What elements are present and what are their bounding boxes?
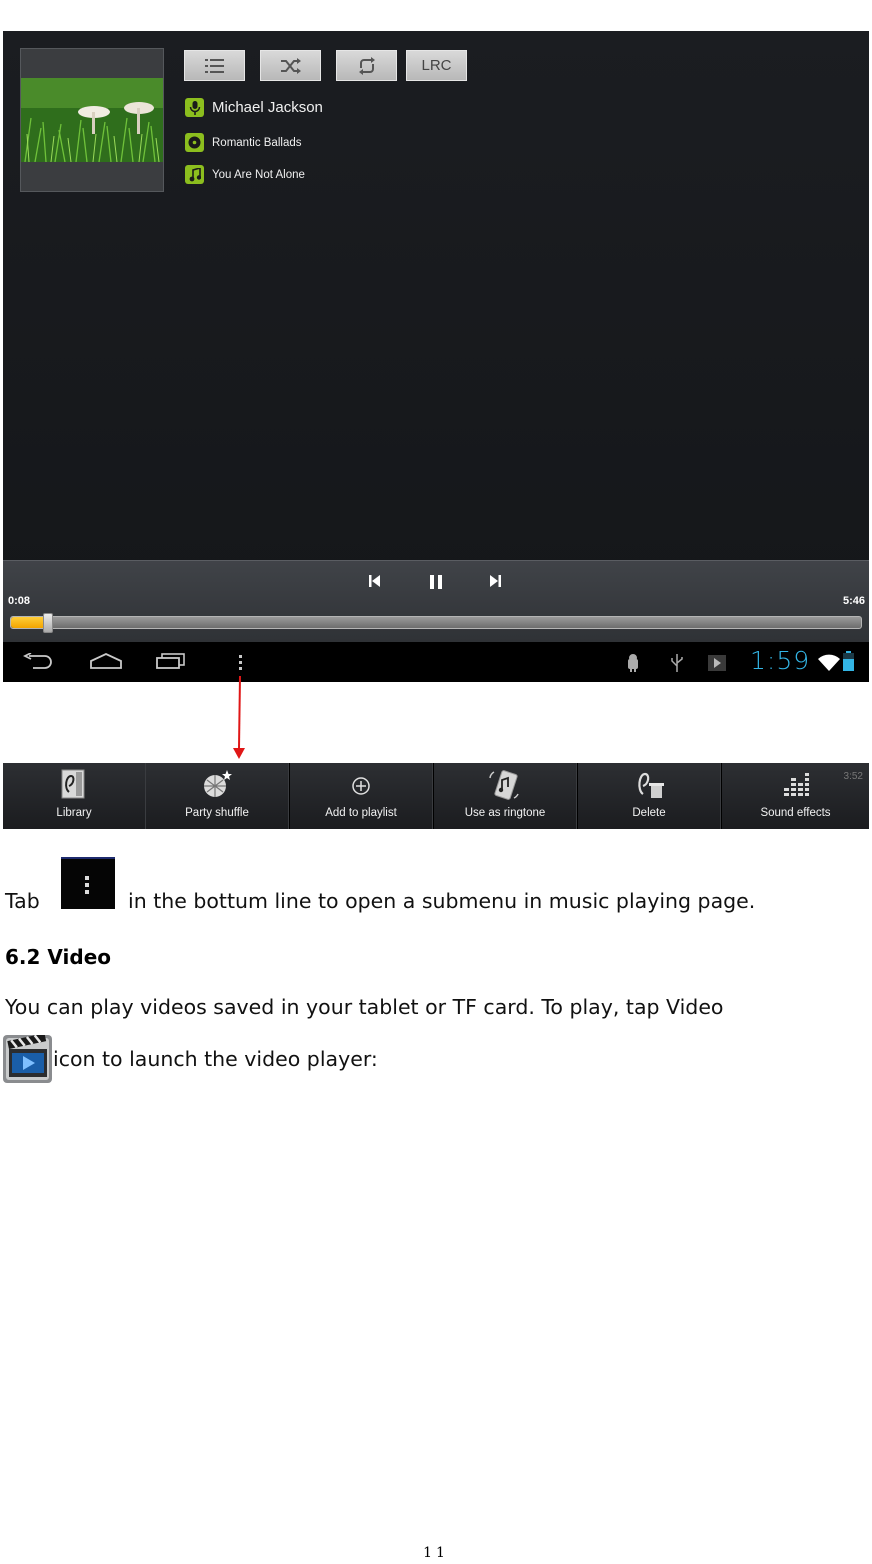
ringtone-icon (489, 770, 519, 800)
shuffle-icon (280, 57, 301, 74)
menu-item-label: Sound effects (760, 807, 831, 819)
list-icon (204, 58, 224, 73)
menu-item-add-to-playlist[interactable]: Add to playlist (290, 763, 433, 829)
background-time: 3:52 (843, 771, 863, 782)
playback-controls: 0:08 5:46 (3, 560, 869, 642)
status-clock: 1:59 (750, 646, 811, 675)
menu-overflow-icon (85, 876, 89, 894)
menu-item-delete[interactable]: Delete (578, 763, 721, 829)
menu-item-sound-effects[interactable]: Sound effects 3:52 (722, 763, 869, 829)
album-name: Romantic Ballads (212, 136, 302, 149)
android-debug-icon (628, 654, 638, 672)
playlist-button[interactable] (184, 50, 245, 81)
menu-item-party-shuffle[interactable]: Party shuffle (146, 763, 289, 829)
song-title: You Are Not Alone (212, 168, 305, 181)
repeat-button[interactable] (336, 50, 397, 81)
seek-bar[interactable] (10, 613, 862, 633)
system-navigation-bar: 1:59 (3, 642, 869, 682)
lyrics-button-label: LRC (421, 57, 452, 74)
menu-item-label: Library (56, 807, 92, 819)
tab-instruction-prefix: Tab (5, 889, 40, 913)
section-heading: 6.2 Video (5, 945, 111, 969)
video-app-icon (3, 1035, 52, 1083)
previous-track-icon[interactable] (369, 575, 381, 587)
menu-item-use-as-ringtone[interactable]: Use as ringtone (434, 763, 577, 829)
menu-key-image (61, 857, 115, 909)
tab-instruction-text: in the bottum line to open a submenu in … (128, 889, 756, 913)
battery-icon (843, 651, 854, 671)
seek-progress (11, 617, 43, 628)
library-icon (61, 769, 85, 799)
song-row: You Are Not Alone (185, 165, 305, 184)
music-note-icon (185, 165, 204, 184)
media-playing-icon (708, 655, 726, 671)
menu-item-label: Add to playlist (325, 807, 397, 819)
party-shuffle-icon (204, 770, 232, 797)
menu-item-library[interactable]: Library (3, 763, 146, 829)
total-time: 5:46 (842, 595, 865, 607)
options-menu-screenshot: Library Party shuffle Add to playlist Us… (3, 763, 869, 829)
pause-icon[interactable] (429, 575, 443, 589)
recent-apps-icon[interactable] (155, 653, 187, 669)
menu-item-label: Use as ringtone (464, 807, 546, 819)
back-icon[interactable] (23, 653, 53, 669)
delete-icon (638, 772, 664, 798)
album-row: Romantic Ballads (185, 133, 301, 152)
home-icon[interactable] (89, 653, 123, 669)
usb-icon (671, 654, 683, 672)
red-arrow-annotation (233, 676, 245, 759)
video-paragraph-line1: You can play videos saved in your tablet… (5, 995, 724, 1019)
repeat-icon (358, 56, 375, 75)
artist-name: Michael Jackson (212, 99, 323, 116)
seek-thumb[interactable] (43, 613, 53, 633)
menu-item-label: Delete (632, 807, 666, 819)
elapsed-time: 0:08 (8, 595, 31, 607)
album-art (20, 48, 164, 192)
lyrics-button[interactable]: LRC (406, 50, 467, 81)
next-track-icon[interactable] (489, 575, 501, 587)
wifi-icon (818, 654, 840, 671)
video-paragraph-line2: icon to launch the video player: (53, 1047, 378, 1071)
menu-item-label: Party shuffle (185, 807, 249, 819)
menu-overflow-icon[interactable] (238, 655, 243, 671)
shuffle-button[interactable] (260, 50, 321, 81)
equalizer-icon (783, 773, 809, 796)
add-icon (352, 777, 370, 795)
artist-row: Michael Jackson (185, 98, 323, 117)
album-disc-icon (185, 133, 204, 152)
microphone-icon (185, 98, 204, 117)
music-player-screenshot: LRC Michael Jackson Romantic Ballads You… (3, 31, 869, 682)
page-number: 11 (423, 1545, 449, 1561)
